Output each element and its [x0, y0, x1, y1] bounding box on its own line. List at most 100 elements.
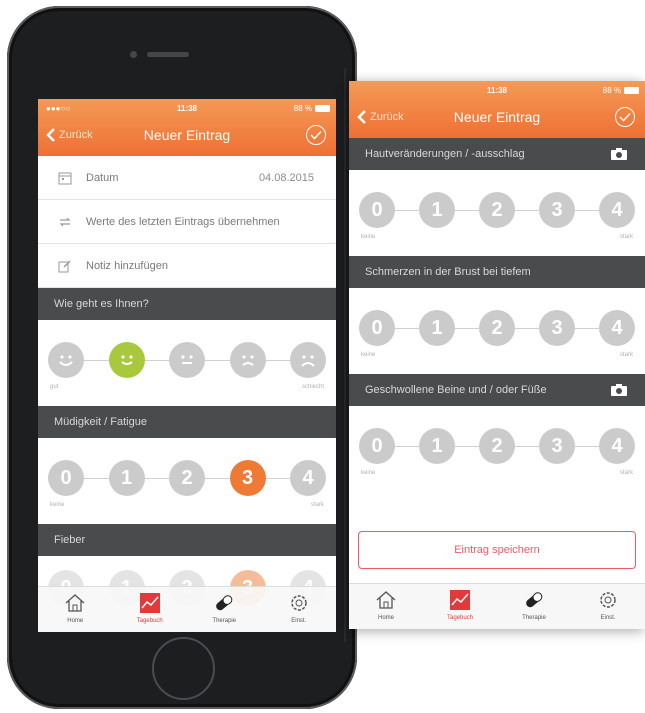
- fatigue-option-4[interactable]: 4: [290, 460, 326, 496]
- page-title: Neuer Eintrag: [143, 127, 231, 143]
- check-icon: [619, 112, 631, 122]
- camera-icon[interactable]: [611, 148, 627, 160]
- legs-option-4[interactable]: 4: [599, 428, 635, 464]
- sad-face-icon: [241, 355, 254, 366]
- date-value: 04.08.2015: [258, 171, 314, 184]
- tab-home[interactable]: Home: [356, 584, 416, 621]
- mood-neutral-option[interactable]: [169, 342, 205, 378]
- tab-settings[interactable]: Einst.: [269, 587, 329, 624]
- repeat-icon: [59, 217, 71, 226]
- chest-option-2[interactable]: 2: [479, 310, 515, 346]
- mood-very-good-option[interactable]: [48, 342, 84, 378]
- tab-therapy-label: Therapie: [212, 618, 237, 624]
- mood-scale: gut schlecht: [38, 320, 336, 406]
- tab-therapy[interactable]: Therapie: [194, 587, 254, 624]
- swollen-legs-section-header: Geschwollene Beine und / oder Füße: [349, 374, 645, 406]
- mood-bad-option[interactable]: [229, 342, 266, 378]
- skin-option-2[interactable]: 2: [479, 192, 515, 228]
- nav-bar: Zurück Neuer Eintrag: [38, 121, 336, 151]
- camera-icon[interactable]: [611, 384, 627, 396]
- chart-icon: [450, 590, 470, 610]
- skin-option-0[interactable]: 0: [359, 192, 395, 228]
- skin-changes-section-header: Hautveränderungen / -ausschlag: [349, 138, 645, 170]
- tab-settings-label: Einst.: [600, 615, 616, 621]
- happy-face-icon: [120, 355, 133, 365]
- copy-last-entry-row[interactable]: Werte des letzten Eintrags übernehmen: [38, 200, 336, 244]
- home-icon: [376, 591, 396, 609]
- mood-very-bad-option[interactable]: [290, 342, 326, 378]
- chest-pain-section-title: Schmerzen in der Brust bei tiefem: [365, 266, 531, 278]
- skin-option-3[interactable]: 3: [539, 192, 575, 228]
- chest-pain-scale: 0 1 2 3 4 keine stark: [349, 288, 645, 374]
- legs-option-3[interactable]: 3: [539, 428, 575, 464]
- neutral-face-icon: [181, 355, 193, 364]
- left-screen: ●●●○○ 11:38 88 % Zurück Neuer Eintrag Da…: [38, 99, 336, 632]
- screen-divider: [344, 68, 346, 642]
- status-time: 11:38: [176, 104, 198, 113]
- fatigue-option-0[interactable]: 0: [48, 460, 84, 496]
- legs-option-1[interactable]: 1: [419, 428, 455, 464]
- fatigue-option-2[interactable]: 2: [169, 460, 205, 496]
- calendar-icon: [58, 172, 72, 184]
- tab-home[interactable]: Home: [45, 587, 105, 624]
- mood-scale-low-label: gut: [50, 384, 59, 390]
- fatigue-option-1[interactable]: 1: [108, 460, 145, 496]
- legs-scale-high-label: stark: [619, 470, 633, 476]
- add-note-label: Notiz hinzufügen: [86, 259, 168, 272]
- home-icon: [65, 594, 85, 612]
- phone-frame: ●●●○○ 11:38 88 % Zurück Neuer Eintrag Da…: [7, 6, 357, 709]
- edit-icon: [58, 259, 71, 272]
- tab-settings-label: Einst.: [291, 618, 307, 624]
- legs-option-0[interactable]: 0: [359, 428, 395, 464]
- tab-home-label: Home: [377, 615, 394, 621]
- tab-diary[interactable]: Tagebuch: [430, 584, 490, 621]
- date-row[interactable]: Datum 04.08.2015: [38, 156, 336, 200]
- confirm-button[interactable]: [615, 107, 635, 127]
- battery-icon: [624, 87, 639, 94]
- status-time-right: 11:38: [486, 86, 508, 95]
- battery-icon: [315, 105, 330, 112]
- fatigue-scale: 0 1 2 3 4 keine stark: [38, 438, 336, 524]
- add-note-row[interactable]: Notiz hinzufügen: [38, 244, 336, 288]
- mood-section-header: Wie geht es Ihnen?: [38, 288, 336, 320]
- tab-therapy-label: Therapie: [522, 615, 546, 621]
- swollen-legs-section-title: Geschwollene Beine und / oder Füße: [365, 384, 547, 396]
- page-title: Neuer Eintrag: [453, 109, 541, 125]
- copy-last-entry-label: Werte des letzten Eintrags übernehmen: [86, 215, 280, 228]
- date-label: Datum: [86, 171, 119, 184]
- tab-settings[interactable]: Einst.: [578, 584, 638, 621]
- battery-percent-right: 88 %: [602, 86, 621, 95]
- legs-option-2[interactable]: 2: [479, 428, 515, 464]
- chest-option-1[interactable]: 1: [419, 310, 455, 346]
- tab-diary[interactable]: Tagebuch: [120, 587, 180, 624]
- nav-bar-right: Zurück Neuer Eintrag: [349, 103, 645, 133]
- save-entry-button[interactable]: Eintrag speichern: [358, 531, 636, 569]
- fatigue-scale-low-label: keine: [50, 502, 65, 508]
- skin-changes-scale: 0 1 2 3 4 keine stark: [349, 170, 645, 256]
- front-camera: [130, 51, 137, 58]
- fatigue-section-header: Müdigkeit / Fatigue: [38, 406, 336, 438]
- chest-scale-high-label: stark: [619, 352, 633, 358]
- right-screen: 11:38 88 % Zurück Neuer Eintrag Hautverä…: [349, 81, 645, 629]
- tab-bar-right: Home Tagebuch Therapie Einst.: [349, 583, 645, 629]
- fatigue-option-3[interactable]: 3: [229, 460, 266, 496]
- chest-option-4[interactable]: 4: [599, 310, 635, 346]
- chart-icon: [139, 593, 160, 613]
- skin-option-1[interactable]: 1: [419, 192, 455, 228]
- mood-scale-high-label: schlecht: [301, 384, 324, 390]
- mood-good-option[interactable]: [108, 342, 145, 378]
- chest-option-0[interactable]: 0: [359, 310, 395, 346]
- gear-icon: [600, 592, 616, 608]
- earpiece-speaker: [147, 52, 189, 57]
- confirm-button[interactable]: [306, 125, 326, 145]
- battery-percent: 88 %: [293, 104, 312, 113]
- chest-option-3[interactable]: 3: [539, 310, 575, 346]
- app-header: ●●●○○ 11:38 88 % Zurück Neuer Eintrag: [38, 99, 336, 156]
- status-bar: ●●●○○ 11:38 88 %: [38, 104, 336, 116]
- very-sad-face-icon: [301, 355, 315, 367]
- skin-option-4[interactable]: 4: [599, 192, 635, 228]
- tab-therapy[interactable]: Therapie: [504, 584, 564, 621]
- phone-home-button[interactable]: [152, 637, 215, 700]
- skin-scale-high-label: stark: [619, 234, 633, 240]
- skin-scale-low-label: keine: [361, 234, 376, 240]
